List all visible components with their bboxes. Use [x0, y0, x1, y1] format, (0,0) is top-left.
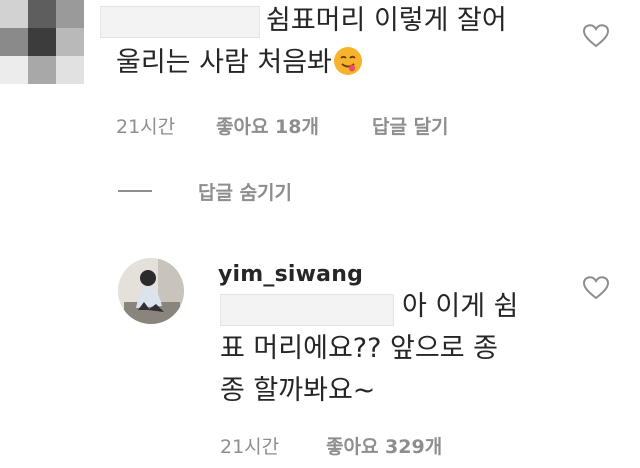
- reply-text-line-2: 표 머리에요?? 앞으로 종: [220, 333, 498, 364]
- commenter-avatar[interactable]: [0, 0, 84, 84]
- comment-likes-count[interactable]: 좋아요 18개: [216, 112, 319, 139]
- reply-username[interactable]: yim_siwang: [218, 262, 363, 287]
- reply-text-line-1: 아 이게 쉼: [402, 291, 519, 322]
- blurred-username[interactable]: [100, 6, 260, 38]
- drooling-face-emoji: [333, 47, 362, 75]
- comment-text-line-2: 울리는 사람 처음봐: [116, 44, 362, 82]
- hide-replies-divider: [118, 190, 152, 192]
- reply-like-heart-icon[interactable]: [583, 276, 609, 300]
- hide-replies-button[interactable]: 답글 숨기기: [198, 178, 292, 205]
- like-heart-icon[interactable]: [583, 24, 609, 48]
- reply-likes-count[interactable]: 좋아요 329개: [326, 432, 442, 459]
- blurred-mention[interactable]: [220, 294, 394, 326]
- reply-time: 21시간: [220, 436, 280, 458]
- reply-button[interactable]: 답글 달기: [372, 112, 449, 139]
- yim-siwang-avatar[interactable]: [118, 258, 184, 324]
- comment-text-line-1: 쉼표머리 이렇게 잘어: [266, 5, 507, 36]
- comment-text-line-2-text: 울리는 사람 처음봐: [116, 47, 332, 78]
- comment-time: 21시간: [116, 116, 176, 138]
- reply-text-line-3: 종 할까봐요~: [220, 375, 376, 406]
